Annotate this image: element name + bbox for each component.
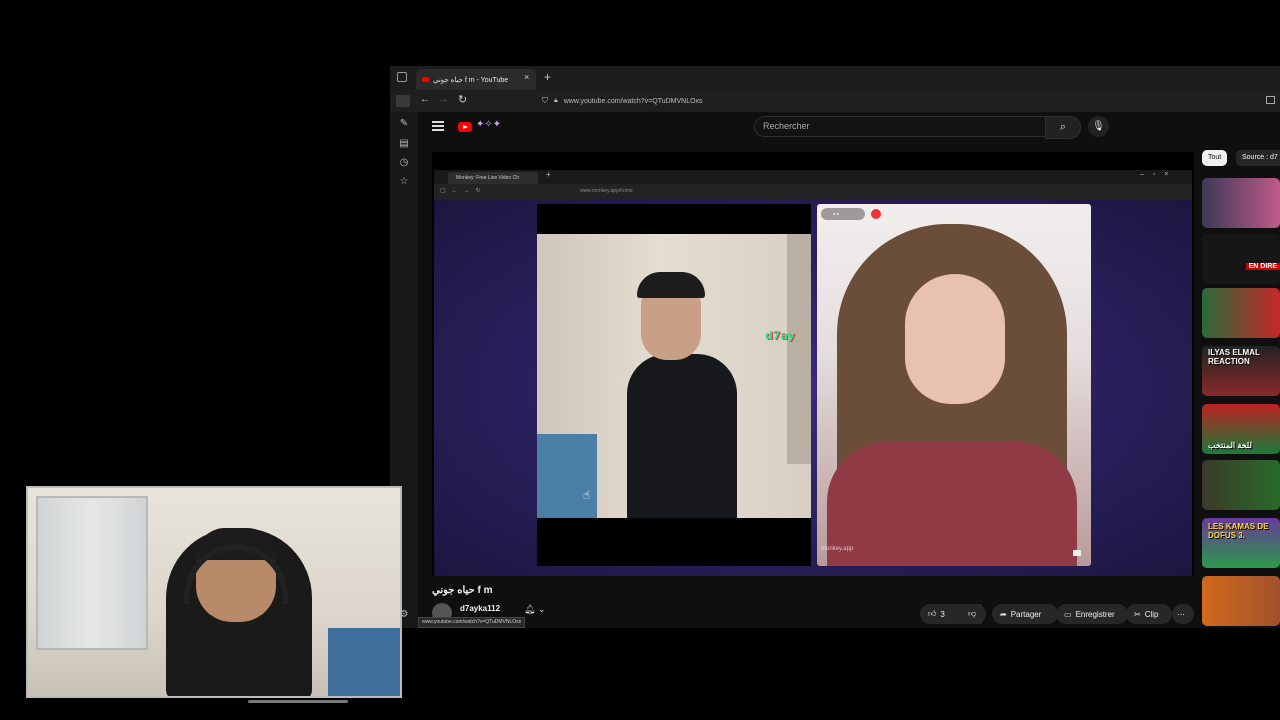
status-bar-url: www.youtube.com/watch?v=QTuDMVNLOxs — [418, 617, 526, 628]
browser-tab[interactable]: حياه جوني f m - YouTube — [416, 69, 536, 90]
save-button[interactable]: ▭ Enregistrer — [1056, 604, 1128, 624]
person-sweater — [827, 442, 1077, 566]
inner-url: www.monkey.app/home — [580, 188, 633, 194]
webcam-bed — [328, 628, 400, 696]
person-torso — [627, 354, 737, 518]
search-input[interactable]: Rechercher — [754, 116, 1046, 137]
dislike-button[interactable]: 👎︎ — [960, 604, 986, 624]
monkey-watermark: monkey.app — [821, 546, 854, 552]
share-button[interactable]: ➦ Partager — [992, 604, 1058, 624]
youtube-logo-icon[interactable] — [458, 122, 472, 132]
right-camera-feed: ● ● monkey.app — [817, 204, 1091, 566]
video-player[interactable]: Monkey: Free Live Video Ch + –▫× ▢←→↻ ww… — [432, 152, 1194, 576]
inner-window-controls: –▫× — [1140, 171, 1178, 178]
inner-nav-icons: ▢←→↻ — [440, 188, 487, 194]
left-camera-feed: d7ay ☝︎ — [537, 204, 811, 566]
tab-actions-icon[interactable] — [397, 72, 407, 82]
bed-shape — [537, 434, 597, 518]
youtube-favicon-icon — [422, 77, 429, 82]
live-dot-icon — [871, 209, 881, 219]
chip-source[interactable]: Source : d7 — [1236, 150, 1280, 166]
user-badge: ● ● — [821, 208, 865, 220]
save-label: Enregistrer — [1075, 609, 1115, 619]
like-count: 3 — [940, 609, 945, 619]
inner-address-bar: ▢←→↻ www.monkey.app/home — [434, 184, 1192, 200]
thumbnail-7[interactable]: LES KAMAS DE DOFUS 3. — [1202, 518, 1280, 568]
left-camera-image: d7ay — [537, 234, 811, 518]
channel-name[interactable]: d7ayka112 — [460, 604, 500, 613]
scissors-icon: ✂ — [1134, 609, 1141, 619]
plugin-icon[interactable]: ✎ — [398, 118, 410, 130]
streamer-webcam — [26, 486, 402, 698]
inner-browser-window: Monkey: Free Live Video Ch + –▫× ▢←→↻ ww… — [434, 170, 1192, 576]
back-arrow-icon[interactable]: ← — [420, 94, 430, 105]
microphone-icon[interactable]: 🎙︎ — [1088, 116, 1109, 137]
inner-tab-bar: Monkey: Free Live Video Ch + –▫× — [434, 170, 1192, 184]
thumbnail-8[interactable] — [1202, 576, 1280, 626]
thumbnail-1[interactable] — [1202, 178, 1280, 228]
url-text: www.youtube.com/watch?v=QTuDMVNLOxs — [563, 97, 703, 105]
lock-icon: 🔒︎ — [554, 97, 558, 104]
clip-label: Clip — [1144, 609, 1159, 619]
share-icon: ➦ — [1000, 609, 1007, 619]
menu-icon[interactable] — [432, 121, 444, 131]
url-field[interactable]: ⛉ 🔒︎ www.youtube.com/watch?v=QTuDMVNLOxs — [542, 93, 1142, 109]
bookmark-star-icon[interactable]: ☆ — [398, 176, 410, 188]
shield-icon: ⛉ — [542, 96, 548, 105]
tab-title: حياه جوني f m - YouTube — [433, 76, 509, 84]
address-bar: ← → ↻ ⛉ 🔒︎ www.youtube.com/watch?v=QTuDM… — [390, 90, 1280, 112]
tiktok-watermark: d7ay — [765, 329, 795, 342]
thumbnail-6[interactable] — [1202, 460, 1280, 510]
share-label: Partager — [1010, 609, 1042, 619]
playback-scrubber[interactable] — [248, 700, 348, 703]
inner-new-tab-icon: + — [546, 170, 551, 179]
forward-arrow-icon[interactable]: → — [438, 94, 448, 105]
monkey-video-chat-stage: d7ay ☝︎ ● ● monkey.app — [434, 200, 1192, 576]
browser-tab-bar: حياه جوني f m - YouTube × + — [390, 66, 1280, 90]
thumb-up-icon: 👍︎ — [928, 609, 937, 618]
clip-button[interactable]: ✂ Clip — [1126, 604, 1172, 624]
chat-icon — [1073, 550, 1081, 556]
person-cap — [637, 272, 705, 298]
more-actions-button[interactable]: ⋯ — [1172, 604, 1194, 624]
thumbnail-2[interactable]: EN DIRE — [1202, 234, 1280, 284]
doodle-icon: ✦✧✦ — [476, 119, 502, 130]
sidebar-toggle-icon[interactable] — [396, 95, 410, 107]
person-face — [905, 274, 1005, 404]
extensions-icon[interactable] — [1266, 96, 1275, 104]
webcam-window — [36, 496, 148, 650]
video-title: حياه جوني f m — [432, 585, 493, 596]
thumb-down-icon: 👎︎ — [968, 609, 977, 618]
thumbnail-5[interactable]: للخة المنتخب — [1202, 404, 1280, 454]
tab-close-icon[interactable]: × — [524, 72, 529, 82]
browser-window: حياه جوني f m - YouTube × + ← → ↻ ⛉ 🔒︎ w… — [390, 66, 1280, 628]
chip-all[interactable]: Tout — [1202, 150, 1228, 166]
search-icon[interactable]: ⌕ — [1045, 116, 1081, 139]
inner-tab-title: Monkey: Free Live Video Ch — [448, 172, 538, 184]
thumbnail-3[interactable] — [1202, 288, 1280, 338]
new-tab-button[interactable]: + — [544, 70, 551, 84]
wallet-icon[interactable]: ▤ — [398, 138, 410, 150]
history-clock-icon[interactable]: ◷ — [398, 157, 410, 169]
cursor-hand-icon: ☝︎ — [583, 488, 591, 502]
reload-icon[interactable]: ↻ — [458, 93, 467, 106]
notification-bell-icon[interactable]: 🔔︎ ⌄ — [524, 604, 545, 615]
thumbnail-4[interactable]: ILYAS ELMAL REACTION — [1202, 346, 1280, 396]
save-playlist-icon: ▭ — [1064, 609, 1072, 619]
